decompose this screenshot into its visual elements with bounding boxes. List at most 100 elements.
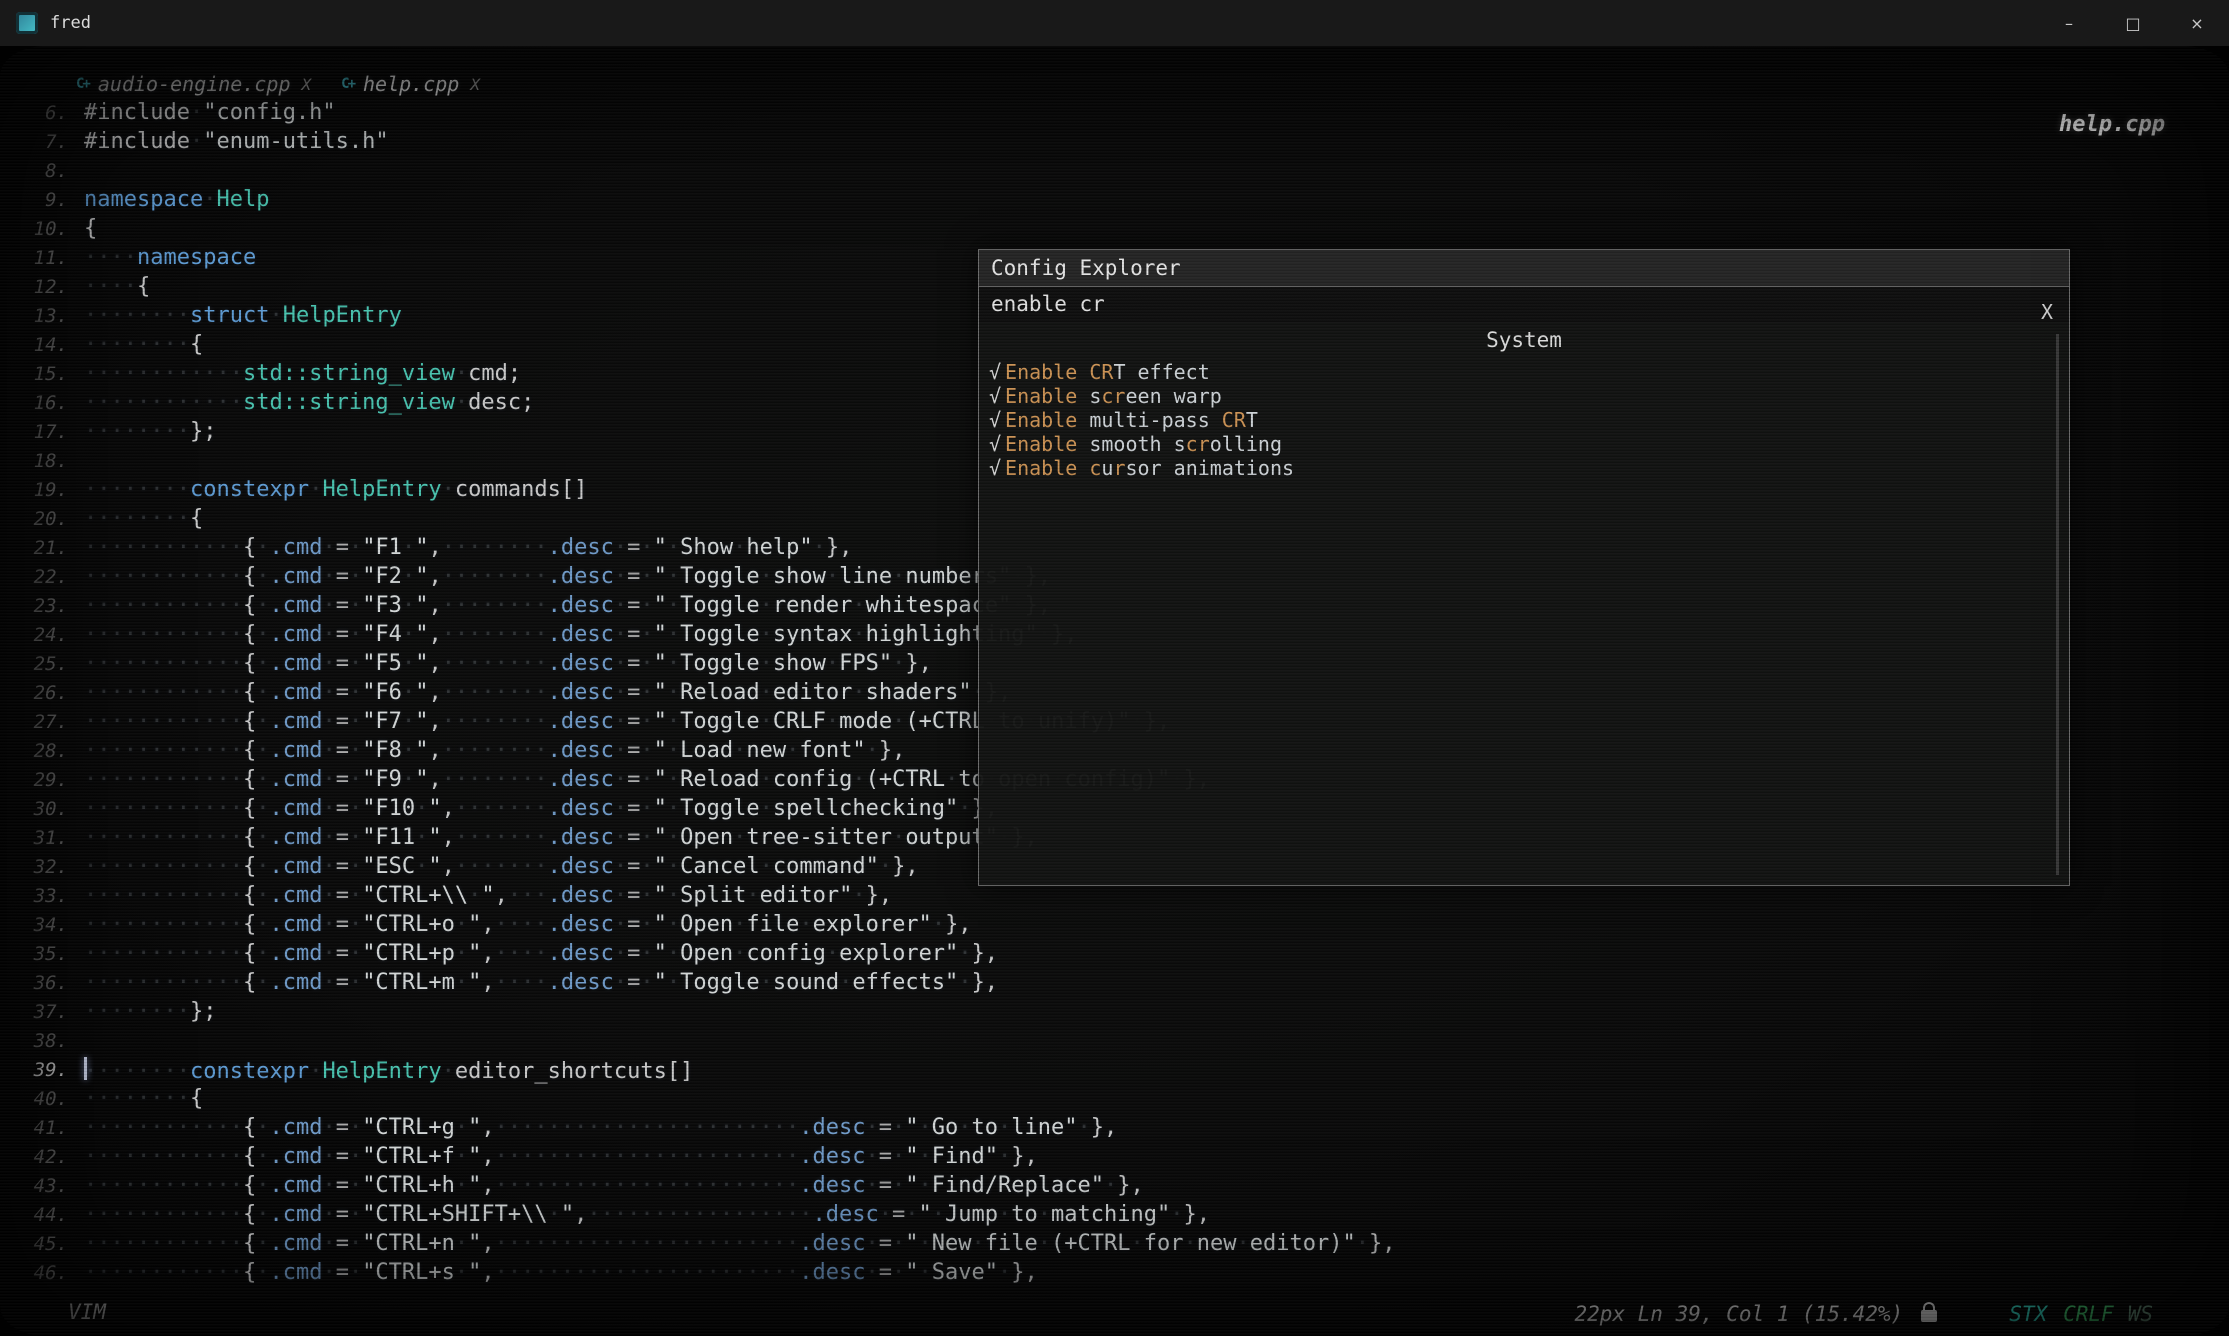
line-number: 22.	[26, 566, 84, 588]
code-line[interactable]: 45.············{·.cmd·=·"CTRL+n·",······…	[26, 1229, 1395, 1258]
code-line-text: ············std::string_view·desc;	[84, 390, 534, 415]
code-line-text: ········struct·HelpEntry	[84, 303, 402, 328]
encoding-status: STX	[2009, 1302, 2047, 1326]
match-highlight: cr	[1101, 384, 1125, 408]
option-text: een warp	[1125, 384, 1221, 408]
checkmark-icon: √	[989, 432, 1001, 456]
code-line[interactable]: 44.············{·.cmd·=·"CTRL+SHIFT+\\·"…	[26, 1200, 1395, 1229]
config-search-input[interactable]: enable cr	[979, 287, 2069, 322]
popup-close-icon[interactable]: X	[2041, 300, 2053, 324]
window-controls: – □ ×	[2037, 0, 2229, 46]
match-highlight: CR	[1089, 360, 1113, 384]
code-line[interactable]: 10.{	[26, 214, 1395, 243]
tab-help-cpp[interactable]: C+help.cppX	[341, 72, 480, 96]
code-line[interactable]: 9.namespace·Help	[26, 185, 1395, 214]
tab-bar: C+audio-engine.cppXC+help.cppX	[76, 72, 480, 96]
config-option[interactable]: √Enable smooth scrolling	[989, 432, 2069, 456]
line-number: 46.	[26, 1262, 84, 1284]
match-highlight: c	[1089, 456, 1101, 480]
line-number: 45.	[26, 1233, 84, 1255]
line-number: 39.	[26, 1059, 84, 1081]
line-number: 19.	[26, 479, 84, 501]
tab-close-button[interactable]: X	[302, 75, 312, 94]
current-file-overlay: help.cpp	[2059, 112, 2165, 137]
code-line-text: {	[84, 216, 97, 241]
code-line-text: ············{·.cmd·=·"F6·",········.desc…	[84, 680, 1011, 705]
code-line-text: ············{·.cmd·=·"F5·",········.desc…	[84, 651, 932, 676]
code-line[interactable]: 41.············{·.cmd·=·"CTRL+g·",······…	[26, 1113, 1395, 1142]
line-number: 35.	[26, 943, 84, 965]
minimize-button[interactable]: –	[2037, 0, 2101, 46]
option-text: smooth s	[1077, 432, 1185, 456]
whitespace-status: WS	[2128, 1302, 2153, 1326]
tab-label: audio-engine.cpp	[98, 72, 291, 96]
code-line-text: ············{·.cmd·=·"CTRL+n·",·········…	[84, 1231, 1395, 1256]
line-number: 43.	[26, 1175, 84, 1197]
code-line[interactable]: 34.············{·.cmd·=·"CTRL+o·",····.d…	[26, 910, 1395, 939]
config-option[interactable]: √Enable cursor animations	[989, 456, 2069, 480]
code-line[interactable]: 8.	[26, 156, 1395, 185]
text-cursor	[84, 1057, 87, 1080]
line-number: 11.	[26, 247, 84, 269]
match-highlight: Enable	[1005, 432, 1077, 456]
code-line-text: ········{	[84, 332, 203, 357]
code-line-text: ············{·.cmd·=·"CTRL+h·",·········…	[84, 1173, 1144, 1198]
code-line[interactable]: 35.············{·.cmd·=·"CTRL+p·",····.d…	[26, 939, 1395, 968]
line-number: 7.	[26, 131, 84, 153]
line-number: 30.	[26, 798, 84, 820]
code-line-text: ············{·.cmd·=·"CTRL+SHIFT+\\·",··…	[84, 1202, 1210, 1227]
code-line[interactable]: 7.#include·"enum-utils.h"	[26, 127, 1395, 156]
code-line[interactable]: 38.	[26, 1026, 1395, 1055]
popup-scrollbar[interactable]	[2056, 334, 2059, 875]
tab-close-button[interactable]: X	[470, 75, 480, 94]
match-highlight: CR	[1222, 408, 1246, 432]
code-line-text: ········};	[84, 999, 216, 1024]
code-line[interactable]: 40.········{	[26, 1084, 1395, 1113]
line-number: 12.	[26, 276, 84, 298]
code-line-text: ········};	[84, 419, 216, 444]
close-button[interactable]: ×	[2165, 0, 2229, 46]
code-line-text: ········constexpr·HelpEntry·commands[]	[84, 477, 587, 502]
code-line[interactable]: 37.········};	[26, 997, 1395, 1026]
code-line[interactable]: 46.············{·.cmd·=·"CTRL+s·",······…	[26, 1258, 1395, 1287]
tab-label: help.cpp	[363, 72, 459, 96]
line-number: 21.	[26, 537, 84, 559]
maximize-button[interactable]: □	[2101, 0, 2165, 46]
tab-audio-engine-cpp[interactable]: C+audio-engine.cppX	[76, 72, 311, 96]
checkmark-icon: √	[989, 360, 1001, 384]
code-line-text: ············{·.cmd·=·"CTRL+m·",····.desc…	[84, 970, 998, 995]
line-number: 33.	[26, 885, 84, 907]
code-line-text: ············{·.cmd·=·"CTRL+f·",·········…	[84, 1144, 1038, 1169]
config-option[interactable]: √Enable screen warp	[989, 384, 2069, 408]
config-explorer-title: Config Explorer	[979, 250, 2069, 287]
line-number: 41.	[26, 1117, 84, 1139]
code-line[interactable]: 6.#include·"config.h"	[26, 98, 1395, 127]
line-number: 24.	[26, 624, 84, 646]
code-line[interactable]: 39.········constexpr·HelpEntry·editor_sh…	[26, 1055, 1395, 1084]
code-line[interactable]: 42.············{·.cmd·=·"CTRL+f·",······…	[26, 1142, 1395, 1171]
config-option[interactable]: √Enable multi-pass CRT	[989, 408, 2069, 432]
code-line-text: ············std::string_view·cmd;	[84, 361, 521, 386]
code-line-text: ············{·.cmd·=·"CTRL+s·",·········…	[84, 1260, 1038, 1285]
code-line-text: ············{·.cmd·=·"CTRL+o·",····.desc…	[84, 912, 972, 937]
option-text: T effect	[1113, 360, 1209, 384]
line-number: 27.	[26, 711, 84, 733]
code-line-text: ········constexpr·HelpEntry·editor_short…	[84, 1055, 693, 1084]
match-highlight: Enable	[1005, 408, 1077, 432]
option-text	[1077, 360, 1089, 384]
match-highlight: Enable	[1005, 384, 1077, 408]
code-line[interactable]: 43.············{·.cmd·=·"CTRL+h·",······…	[26, 1171, 1395, 1200]
code-line-text: ····namespace	[84, 245, 256, 270]
line-number: 17.	[26, 421, 84, 443]
config-option[interactable]: √Enable CRT effect	[989, 360, 2069, 384]
app-logo-icon	[16, 12, 38, 34]
line-number: 25.	[26, 653, 84, 675]
line-number: 23.	[26, 595, 84, 617]
code-line[interactable]: 36.············{·.cmd·=·"CTRL+m·",····.d…	[26, 968, 1395, 997]
checkmark-icon: √	[989, 384, 1001, 408]
config-option-list: √Enable CRT effect√Enable screen warp√En…	[979, 358, 2069, 480]
statusbar-right: 22px Ln 39, Col 1 (15.42%) STX CRLF WS	[1574, 1302, 2153, 1326]
cursor-position-status: 22px Ln 39, Col 1 (15.42%)	[1574, 1302, 1903, 1326]
option-text: olling	[1210, 432, 1282, 456]
line-number: 8.	[26, 160, 84, 182]
